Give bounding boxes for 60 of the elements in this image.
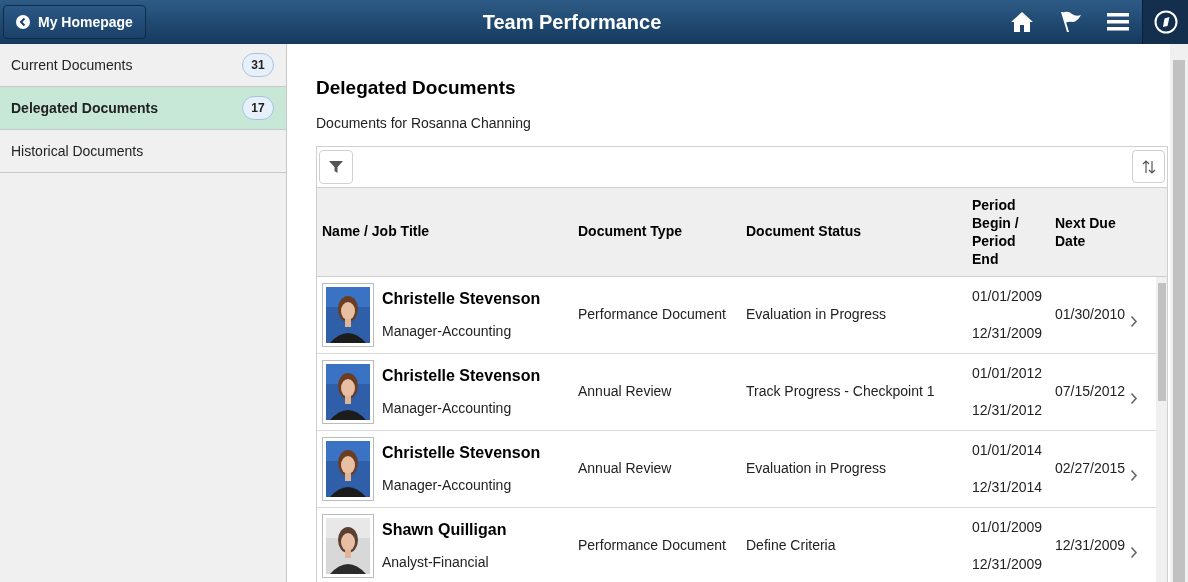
sort-button[interactable]	[1132, 150, 1165, 183]
table-row[interactable]: Shawn Quilligan Analyst-Financial Performance Document Define Criteria 01/01/2009 12/31/2009 12/31/2009	[317, 507, 1156, 582]
job-title: Manager-Accounting	[382, 476, 513, 495]
table-cell-text: Annual Review	[578, 382, 673, 401]
job-title: Manager-Accounting	[382, 399, 513, 418]
table-cell-text: 01/30/2010	[1055, 305, 1127, 324]
table-cell-text: 12/31/2014	[972, 477, 1044, 497]
employee-name: Christelle Stevenson	[382, 289, 541, 309]
job-title: Manager-Accounting	[382, 322, 513, 341]
table-cell-text: 02/27/2015	[1055, 459, 1127, 478]
table-cell-text: 12/31/2009	[1055, 536, 1127, 555]
table-cell-text: 01/01/2009	[972, 517, 1044, 537]
table-cell-text: 12/31/2009	[972, 554, 1044, 574]
table-row[interactable]: Christelle Stevenson Manager-Accounting Annual Review Evaluation in Progress 01/01/2014 12/31/2014 02/27/2015	[317, 430, 1156, 508]
sort-icon	[1140, 158, 1157, 175]
sidebar-item-label: Historical Documents	[11, 141, 144, 161]
table-cell-text: Define Criteria	[746, 536, 837, 555]
sidebar-item[interactable]: Delegated Documents 17	[0, 87, 286, 130]
count-badge: 17	[242, 96, 274, 120]
table-cell-text: Evaluation in Progress	[746, 305, 888, 324]
column-header: Document Type	[578, 222, 683, 241]
table-cell-text: Performance Document	[578, 536, 727, 555]
sidebar-item[interactable]: Historical Documents	[0, 130, 286, 173]
chevron-left-icon	[16, 15, 30, 29]
sidebar-item-label: Delegated Documents	[11, 98, 159, 118]
filter-button[interactable]	[319, 149, 353, 184]
table-cell-text: Annual Review	[578, 459, 673, 478]
table-cell-text: 07/15/2012	[1055, 382, 1127, 401]
table-row[interactable]: Christelle Stevenson Manager-Accounting Performance Document Evaluation in Progress 01/01/2009 12/31/2009 01/30/2010	[317, 276, 1156, 354]
employee-name: Shawn Quilligan	[382, 520, 507, 540]
job-title: Analyst-Financial	[382, 553, 490, 572]
scrollbar[interactable]	[1156, 276, 1167, 582]
chevron-right-icon	[1130, 392, 1138, 405]
subtitle: Documents for Rosanna Channing	[316, 113, 532, 133]
table-cell-text: Evaluation in Progress	[746, 459, 888, 478]
scrollbar[interactable]	[1170, 44, 1188, 582]
employee-name: Christelle Stevenson	[382, 443, 541, 463]
column-header: Next Due Date	[1055, 213, 1117, 250]
table-cell-text: 01/01/2014	[972, 440, 1044, 460]
table-row[interactable]: Christelle Stevenson Manager-Accounting Annual Review Track Progress - Checkpoint 1 01/01/2012 12/31/2012 07/15/2012	[317, 353, 1156, 431]
chevron-right-icon	[1130, 315, 1138, 328]
column-header: Document Status	[746, 222, 863, 241]
back-button[interactable]: My Homepage	[3, 5, 146, 39]
sidebar-item-label: Current Documents	[11, 55, 133, 75]
column-header: Period Begin / Period End	[972, 195, 1020, 268]
table-cell-text: 12/31/2009	[972, 323, 1044, 343]
section-title: Delegated Documents	[316, 76, 517, 100]
table-cell-text: Track Progress - Checkpoint 1	[746, 382, 936, 401]
table-cell-text: 01/01/2009	[972, 286, 1044, 306]
chevron-right-icon	[1130, 546, 1138, 559]
table-cell-text: 12/31/2012	[972, 400, 1044, 420]
column-header: Name / Job Title	[321, 222, 431, 241]
count-badge: 31	[242, 53, 274, 77]
page-title: Team Performance	[482, 10, 662, 35]
employee-name: Christelle Stevenson	[382, 366, 541, 386]
filter-icon	[328, 158, 344, 175]
compass-icon[interactable]	[1142, 0, 1188, 44]
chevron-right-icon	[1130, 469, 1138, 482]
table-cell-text: 01/01/2012	[972, 363, 1044, 383]
table-cell-text: Performance Document	[578, 305, 727, 324]
